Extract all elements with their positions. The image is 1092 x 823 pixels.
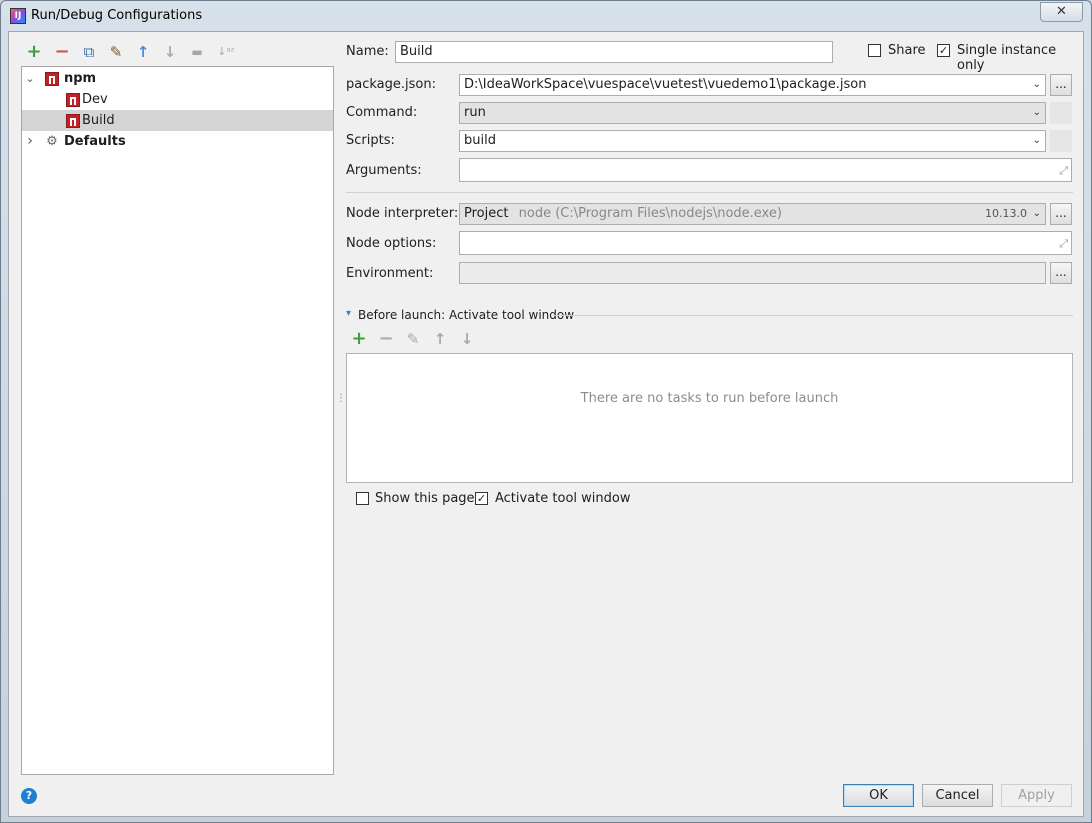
node-interpreter-path: node (C:\Program Files\nodejs\node.exe) bbox=[518, 206, 782, 221]
single-instance-label: Single instance only bbox=[957, 43, 1057, 73]
before-launch-title[interactable]: Before launch: Activate tool window bbox=[358, 308, 574, 322]
remove-icon[interactable]: − bbox=[53, 42, 71, 62]
cancel-button[interactable]: Cancel bbox=[922, 784, 993, 807]
tree-node-build[interactable]: Build bbox=[22, 110, 333, 131]
tree-node-defaults[interactable]: › ⚙ Defaults bbox=[22, 131, 333, 152]
scripts-value: build bbox=[464, 133, 496, 148]
chevron-down-icon[interactable]: ⌄ bbox=[1033, 75, 1041, 95]
scripts-label: Scripts: bbox=[346, 133, 395, 148]
environment-label: Environment: bbox=[346, 266, 434, 281]
share-checkbox[interactable] bbox=[868, 44, 881, 57]
collapse-triangle-icon[interactable]: ▾ bbox=[346, 308, 351, 319]
chevron-down-icon[interactable]: ⌄ bbox=[1033, 103, 1041, 123]
command-label: Command: bbox=[346, 105, 418, 120]
expand-icon[interactable]: ⤢ bbox=[1059, 234, 1068, 254]
chevron-down-icon[interactable]: ⌄ bbox=[1033, 204, 1041, 224]
move-down-icon[interactable]: ↓ bbox=[161, 42, 179, 62]
single-instance-checkbox[interactable]: ✓ bbox=[937, 44, 950, 57]
add-icon[interactable]: + bbox=[25, 42, 43, 62]
copy-icon[interactable]: ⧉ bbox=[80, 42, 98, 62]
arguments-input[interactable]: ⤢ bbox=[459, 158, 1072, 182]
task-add-icon[interactable]: + bbox=[351, 330, 367, 348]
run-debug-dialog: IJ Run/Debug Configurations ✕ + − ⧉ ✎ ↑ … bbox=[0, 0, 1092, 823]
intellij-app-icon: IJ bbox=[10, 8, 26, 24]
sort-icon[interactable]: ↓ᵃᶻ bbox=[215, 42, 237, 62]
before-launch-divider bbox=[555, 315, 1073, 316]
node-interpreter-browse-button[interactable]: ... bbox=[1050, 203, 1072, 225]
tree-label: Dev bbox=[82, 92, 108, 107]
window-title: Run/Debug Configurations bbox=[31, 8, 203, 23]
edit-defaults-icon[interactable]: ✎ bbox=[107, 42, 125, 62]
package-json-label: package.json: bbox=[346, 77, 436, 92]
scripts-spacer bbox=[1050, 130, 1072, 152]
share-label: Share bbox=[888, 43, 926, 58]
show-page-checkbox[interactable] bbox=[356, 492, 369, 505]
activate-tool-window-label: Activate tool window bbox=[495, 491, 631, 506]
tree-node-npm[interactable]: ⌄ npm bbox=[22, 68, 333, 89]
section-divider bbox=[346, 192, 1073, 193]
tree-label: Defaults bbox=[64, 134, 126, 149]
package-json-browse-button[interactable]: ... bbox=[1050, 74, 1072, 96]
title-bar[interactable]: IJ Run/Debug Configurations ✕ bbox=[1, 1, 1091, 31]
tree-label: Build bbox=[82, 113, 115, 128]
name-input[interactable]: Build bbox=[395, 41, 833, 63]
node-interpreter-combo[interactable]: Project node (C:\Program Files\nodejs\no… bbox=[459, 203, 1046, 225]
task-edit-icon[interactable]: ✎ bbox=[405, 330, 421, 348]
show-page-label: Show this page bbox=[375, 491, 475, 506]
chevron-down-icon[interactable]: ⌄ bbox=[1033, 131, 1041, 151]
tree-label: npm bbox=[64, 71, 97, 86]
name-label: Name: bbox=[346, 44, 389, 59]
arguments-label: Arguments: bbox=[346, 163, 422, 178]
task-remove-icon[interactable]: − bbox=[378, 330, 394, 348]
environment-input[interactable] bbox=[459, 262, 1046, 284]
task-down-icon[interactable]: ↓ bbox=[459, 330, 475, 348]
tree-node-dev[interactable]: Dev bbox=[22, 89, 333, 110]
node-interpreter-label: Node interpreter: bbox=[346, 206, 459, 221]
close-button[interactable]: ✕ bbox=[1040, 2, 1083, 22]
npm-icon bbox=[66, 114, 80, 128]
before-launch-task-list[interactable]: There are no tasks to run before launch bbox=[346, 353, 1073, 483]
command-spacer bbox=[1050, 102, 1072, 124]
npm-icon bbox=[66, 93, 80, 107]
command-value: run bbox=[464, 105, 486, 120]
node-interpreter-project: Project bbox=[464, 206, 509, 221]
dialog-client-area: + − ⧉ ✎ ↑ ↓ ▬ ↓ᵃᶻ ⌄ npm Dev Build › ⚙ De… bbox=[8, 31, 1084, 817]
expand-icon[interactable]: ⤢ bbox=[1059, 161, 1068, 181]
npm-icon bbox=[45, 72, 59, 86]
help-icon[interactable]: ? bbox=[21, 788, 37, 804]
move-up-icon[interactable]: ↑ bbox=[134, 42, 152, 62]
apply-button[interactable]: Apply bbox=[1001, 784, 1072, 807]
splitter-handle[interactable]: ⋮ bbox=[336, 394, 346, 411]
chevron-right-icon[interactable]: › bbox=[24, 131, 36, 152]
node-version: 10.13.0 bbox=[985, 207, 1027, 220]
activate-tool-window-checkbox[interactable]: ✓ bbox=[475, 492, 488, 505]
environment-browse-button[interactable]: ... bbox=[1050, 262, 1072, 284]
chevron-down-icon[interactable]: ⌄ bbox=[24, 68, 36, 89]
wrench-icon: ⚙ bbox=[46, 134, 58, 149]
node-options-label: Node options: bbox=[346, 236, 437, 251]
folder-icon[interactable]: ▬ bbox=[188, 42, 206, 62]
package-json-combo[interactable]: D:\IdeaWorkSpace\vuespace\vuetest\vuedem… bbox=[459, 74, 1046, 96]
empty-tasks-message: There are no tasks to run before launch bbox=[580, 391, 839, 406]
package-json-value: D:\IdeaWorkSpace\vuespace\vuetest\vuedem… bbox=[464, 77, 867, 92]
config-tree[interactable]: ⌄ npm Dev Build › ⚙ Defaults bbox=[21, 66, 334, 775]
command-combo[interactable]: run ⌄ bbox=[459, 102, 1046, 124]
scripts-combo[interactable]: build ⌄ bbox=[459, 130, 1046, 152]
ok-button[interactable]: OK bbox=[843, 784, 914, 807]
node-options-input[interactable]: ⤢ bbox=[459, 231, 1072, 255]
task-up-icon[interactable]: ↑ bbox=[432, 330, 448, 348]
